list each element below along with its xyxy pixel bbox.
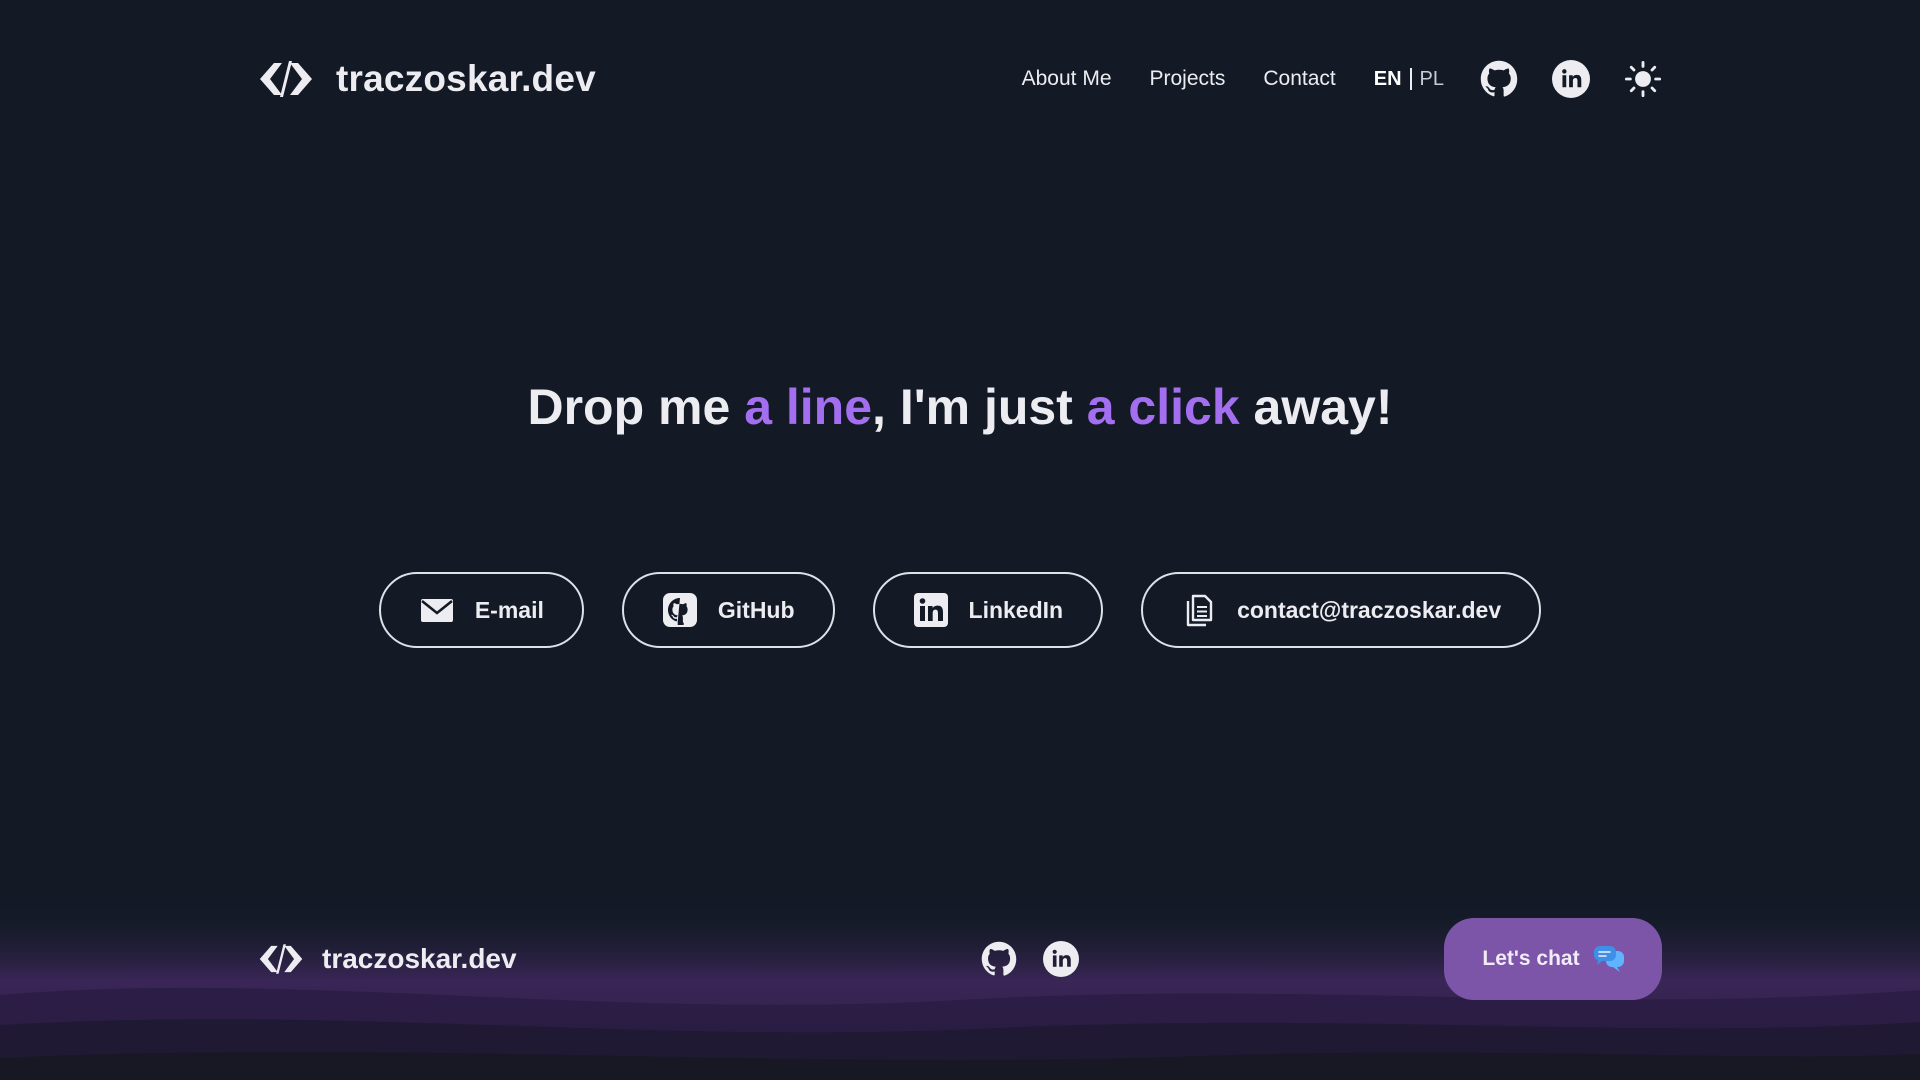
code-brackets-icon xyxy=(258,941,304,977)
linkedin-icon[interactable] xyxy=(1043,941,1080,977)
email-button-label: E-mail xyxy=(474,596,544,623)
hero-accent-1: a line xyxy=(744,379,873,435)
lang-divider xyxy=(1409,68,1412,90)
page: traczoskar.dev About Me Projects Contact… xyxy=(0,0,1920,1080)
github-icon[interactable] xyxy=(1480,60,1518,98)
sun-icon[interactable] xyxy=(1624,60,1662,98)
footer-social-links xyxy=(981,941,1080,977)
copy-email-button[interactable]: contact@traczoskar.dev xyxy=(1141,572,1542,648)
copy-email-label: contact@traczoskar.dev xyxy=(1237,596,1502,623)
chat-button-label: Let's chat xyxy=(1482,947,1580,970)
chat-bubbles-icon xyxy=(1593,945,1624,973)
contact-buttons: E-mail GitHub LinkedIn contact@traczoska… xyxy=(0,572,1920,648)
hero-accent-2: a click xyxy=(1086,379,1240,435)
email-button[interactable]: E-mail xyxy=(378,572,584,648)
linkedin-icon xyxy=(913,592,949,628)
footer-brand-name: traczoskar.dev xyxy=(322,943,517,974)
language-switcher: EN PL xyxy=(1374,68,1444,91)
github-icon[interactable] xyxy=(981,941,1017,977)
nav-about-me[interactable]: About Me xyxy=(1022,67,1112,91)
copy-icon xyxy=(1181,592,1217,628)
linkedin-icon[interactable] xyxy=(1552,60,1590,98)
github-button-label: GitHub xyxy=(717,596,795,623)
brand-link[interactable]: traczoskar.dev xyxy=(258,57,596,101)
envelope-icon xyxy=(419,592,455,628)
linkedin-button-label: LinkedIn xyxy=(968,596,1064,623)
footer-content: traczoskar.dev Let's chat xyxy=(258,918,1662,1000)
linkedin-button[interactable]: LinkedIn xyxy=(872,572,1104,648)
nav-projects[interactable]: Projects xyxy=(1150,67,1226,91)
brand-name: traczoskar.dev xyxy=(336,58,596,99)
lang-en[interactable]: EN xyxy=(1374,68,1402,91)
hero-text-3: away! xyxy=(1239,379,1393,435)
github-icon xyxy=(662,592,698,628)
hero-heading: Drop me a line, I'm just a click away! xyxy=(0,378,1920,436)
lang-pl[interactable]: PL xyxy=(1420,68,1444,91)
lets-chat-button[interactable]: Let's chat xyxy=(1443,918,1662,1000)
main-nav: About Me Projects Contact EN PL xyxy=(1022,60,1662,98)
github-button[interactable]: GitHub xyxy=(621,572,835,648)
site-header: traczoskar.dev About Me Projects Contact… xyxy=(258,52,1662,106)
code-brackets-icon xyxy=(258,57,314,101)
nav-contact[interactable]: Contact xyxy=(1263,67,1335,91)
hero-text-1: Drop me xyxy=(527,379,745,435)
hero-text-2: , I'm just xyxy=(872,379,1087,435)
footer-brand-link[interactable]: traczoskar.dev xyxy=(258,941,517,977)
site-footer: traczoskar.dev Let's chat xyxy=(0,900,1920,1080)
